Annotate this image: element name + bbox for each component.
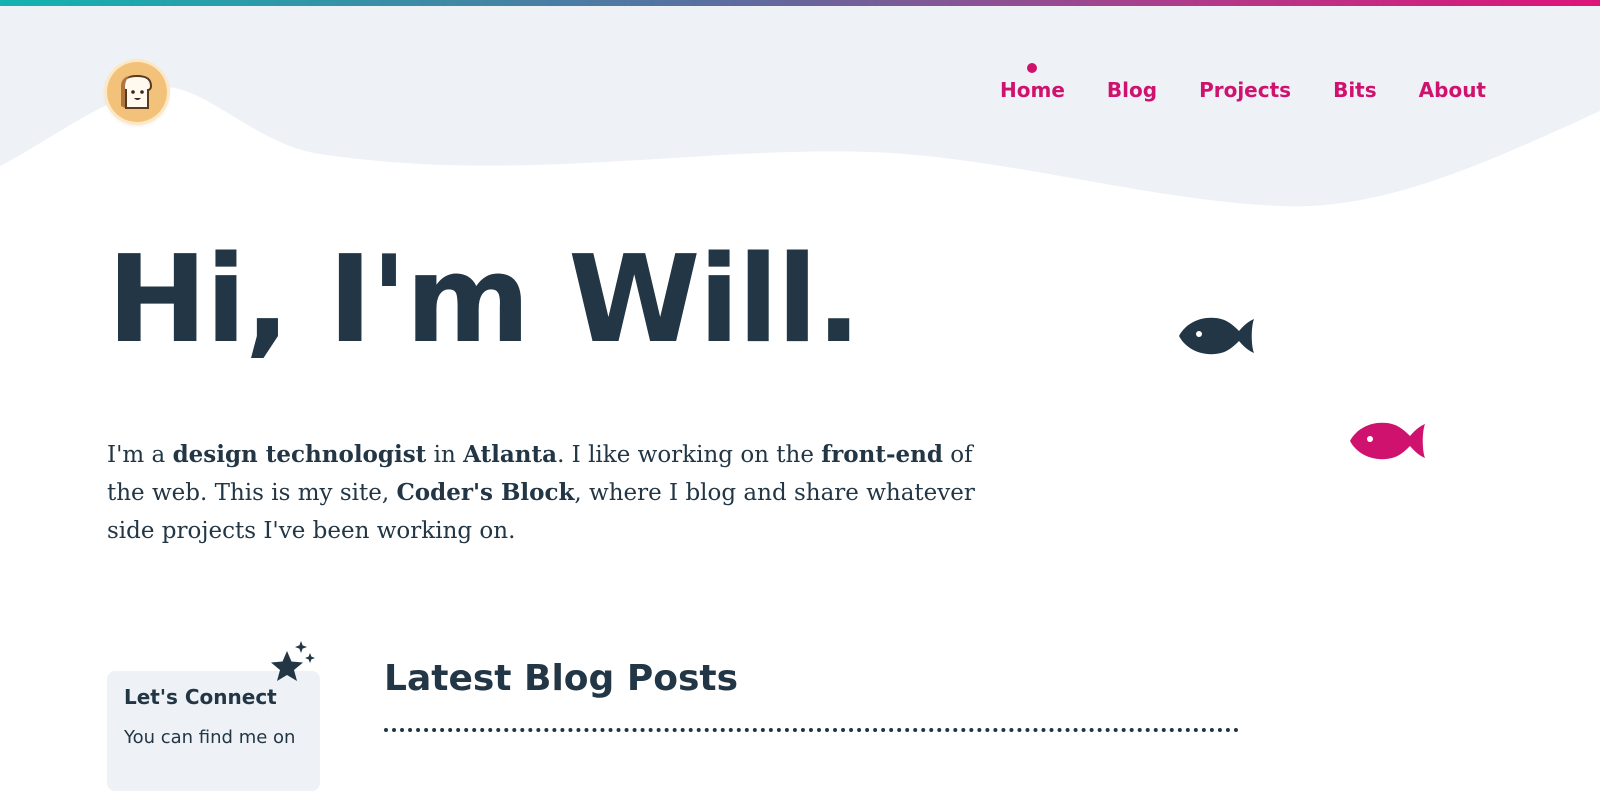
nav-home-link[interactable]: Home bbox=[1000, 63, 1065, 102]
nav-projects-label: Projects bbox=[1199, 78, 1292, 102]
nav-bits-link[interactable]: Bits bbox=[1333, 78, 1377, 102]
latest-posts-title: Latest Blog Posts bbox=[384, 658, 739, 699]
hero-title: Hi, I'm Will. bbox=[107, 231, 861, 370]
fish-icon bbox=[1179, 317, 1254, 355]
section-divider bbox=[384, 728, 1239, 732]
nav-home-label: Home bbox=[1000, 78, 1065, 102]
nav-projects-link[interactable]: Projects bbox=[1199, 78, 1291, 102]
nav-bits-label: Bits bbox=[1333, 78, 1377, 102]
site-logo[interactable] bbox=[107, 62, 167, 122]
connect-title: Let's Connect bbox=[124, 685, 277, 709]
toast-icon bbox=[121, 74, 153, 109]
main-nav: Home Blog Projects Bits About bbox=[1000, 63, 1486, 102]
hero-intro: I'm a design technologist in Atlanta. I … bbox=[107, 441, 975, 544]
fish-icon bbox=[1350, 422, 1425, 460]
nav-about-link[interactable]: About bbox=[1419, 78, 1486, 102]
nav-blog-link[interactable]: Blog bbox=[1107, 78, 1157, 102]
sparkle-star-icon bbox=[271, 641, 315, 681]
nav-blog-label: Blog bbox=[1106, 78, 1158, 102]
header-wave-background bbox=[0, 6, 1600, 207]
nav-about-label: About bbox=[1418, 78, 1486, 102]
connect-text: You can find me on bbox=[124, 727, 296, 748]
